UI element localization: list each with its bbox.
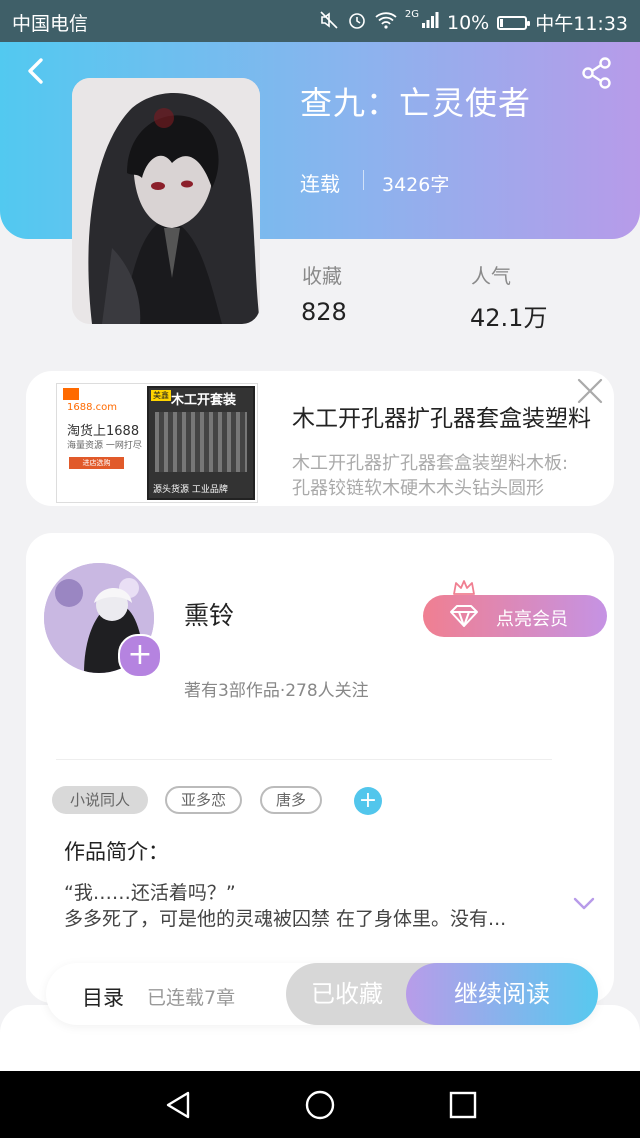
tag-category[interactable]: 小说同人 — [52, 786, 148, 814]
popularity-label: 人气 — [471, 264, 511, 288]
ad-tool-set — [155, 412, 247, 472]
saved-button-label: 已收藏 — [311, 980, 383, 1008]
serial-status: 连载 — [300, 172, 340, 196]
mute-icon — [319, 10, 339, 35]
book-cover[interactable] — [72, 78, 260, 324]
chapter-count: 已连载7章 — [147, 987, 236, 1009]
follow-plus-button[interactable]: + — [118, 634, 162, 678]
vip-button-label: 点亮会员 — [496, 609, 568, 630]
author-meta: 著有3部作品·278人关注 — [184, 681, 369, 701]
favorites-value: 828 — [301, 298, 347, 326]
ad-brand: 美鑫 — [151, 390, 171, 401]
ad-image[interactable]: 1688.com 淘货上1688 海量资源 一网打尽 进店选购 美鑫 木工开套装… — [56, 383, 258, 503]
vip-button[interactable]: 点亮会员 — [423, 595, 607, 637]
ad-shop-button: 进店选购 — [69, 457, 124, 469]
alarm-icon — [347, 10, 367, 35]
triangle-back-icon — [166, 1091, 190, 1119]
system-nav-bar — [0, 1071, 640, 1138]
author-name[interactable]: 熏铃 — [184, 596, 234, 632]
meta-separator — [363, 170, 364, 190]
nav-home-button[interactable] — [304, 1089, 336, 1125]
recents-square-icon — [449, 1091, 477, 1119]
card-divider — [56, 759, 552, 760]
intro-heading: 作品简介： — [64, 840, 169, 864]
status-icons: 2G 10% 中午11:33 — [319, 9, 628, 36]
nav-back-button[interactable] — [164, 1090, 192, 1124]
status-bar: 中国电信 2G 10% 中午11:33 — [0, 0, 640, 42]
word-count: 3426字 — [382, 174, 450, 196]
chevron-down-icon — [573, 897, 595, 910]
favorites-label: 收藏 — [302, 264, 342, 288]
share-button[interactable] — [580, 56, 616, 90]
continue-reading-button[interactable]: 继续阅读 — [406, 963, 598, 1025]
back-button[interactable] — [22, 56, 52, 86]
ad-sub: 海量资源 一网打尽 — [67, 441, 142, 451]
battery-icon — [497, 15, 531, 30]
signal-icon — [421, 11, 439, 34]
ad-description-line-2: 孔器铰链软木硬木木头钻头圆形 — [292, 478, 544, 499]
ad-title[interactable]: 木工开孔器扩孔器套盒装塑料 — [292, 399, 591, 433]
ad-site: 1688.com — [67, 402, 117, 413]
network-type-label: 2G — [404, 9, 419, 20]
toc-button[interactable]: 目录 — [82, 982, 124, 1012]
book-title: 查九：亡灵使者 — [300, 84, 532, 122]
home-circle-icon — [305, 1090, 335, 1120]
ad-logo-mark — [63, 388, 79, 400]
intro-line-1: “我……还活着吗？” — [64, 882, 236, 904]
ad-description-line-1: 木工开孔器扩孔器套盒装塑料木板: — [292, 453, 569, 474]
ad-footer: 源头货源 工业品牌 — [153, 485, 228, 495]
ad-description: 木工开孔器扩孔器套盒装塑料木板: 孔器铰链软木硬木木头钻头圆形 — [292, 451, 614, 501]
ad-close-button[interactable] — [576, 377, 604, 405]
ad-product-box: 美鑫 木工开套装 源头货源 工业品牌 — [147, 386, 255, 500]
carrier-label: 中国电信 — [12, 13, 89, 35]
tag-item[interactable]: 亚多恋 — [165, 786, 242, 814]
chevron-left-icon — [28, 58, 43, 84]
ad-heading: 木工开套装 — [171, 393, 237, 408]
nav-recents-button[interactable] — [449, 1091, 477, 1123]
diamond-icon — [450, 605, 478, 627]
close-icon — [577, 378, 603, 404]
add-tag-button[interactable]: + — [354, 787, 382, 815]
tag-item[interactable]: 唐多 — [260, 786, 322, 814]
battery-percent: 10% — [447, 11, 490, 34]
intro-line-2: 多多死了，可是他的灵魂被囚禁 在了身体里。没有... — [64, 908, 507, 930]
ad-slogan: 淘货上1688 — [67, 424, 140, 439]
ad-card[interactable]: 1688.com 淘货上1688 海量资源 一网打尽 进店选购 美鑫 木工开套装… — [26, 371, 614, 506]
wifi-icon — [375, 11, 397, 34]
expand-intro-button[interactable] — [573, 896, 595, 910]
book-cover-illustration — [72, 78, 260, 324]
share-icon — [582, 57, 611, 89]
popularity-value: 42.1万 — [470, 304, 548, 332]
clock: 中午11:33 — [535, 13, 628, 35]
